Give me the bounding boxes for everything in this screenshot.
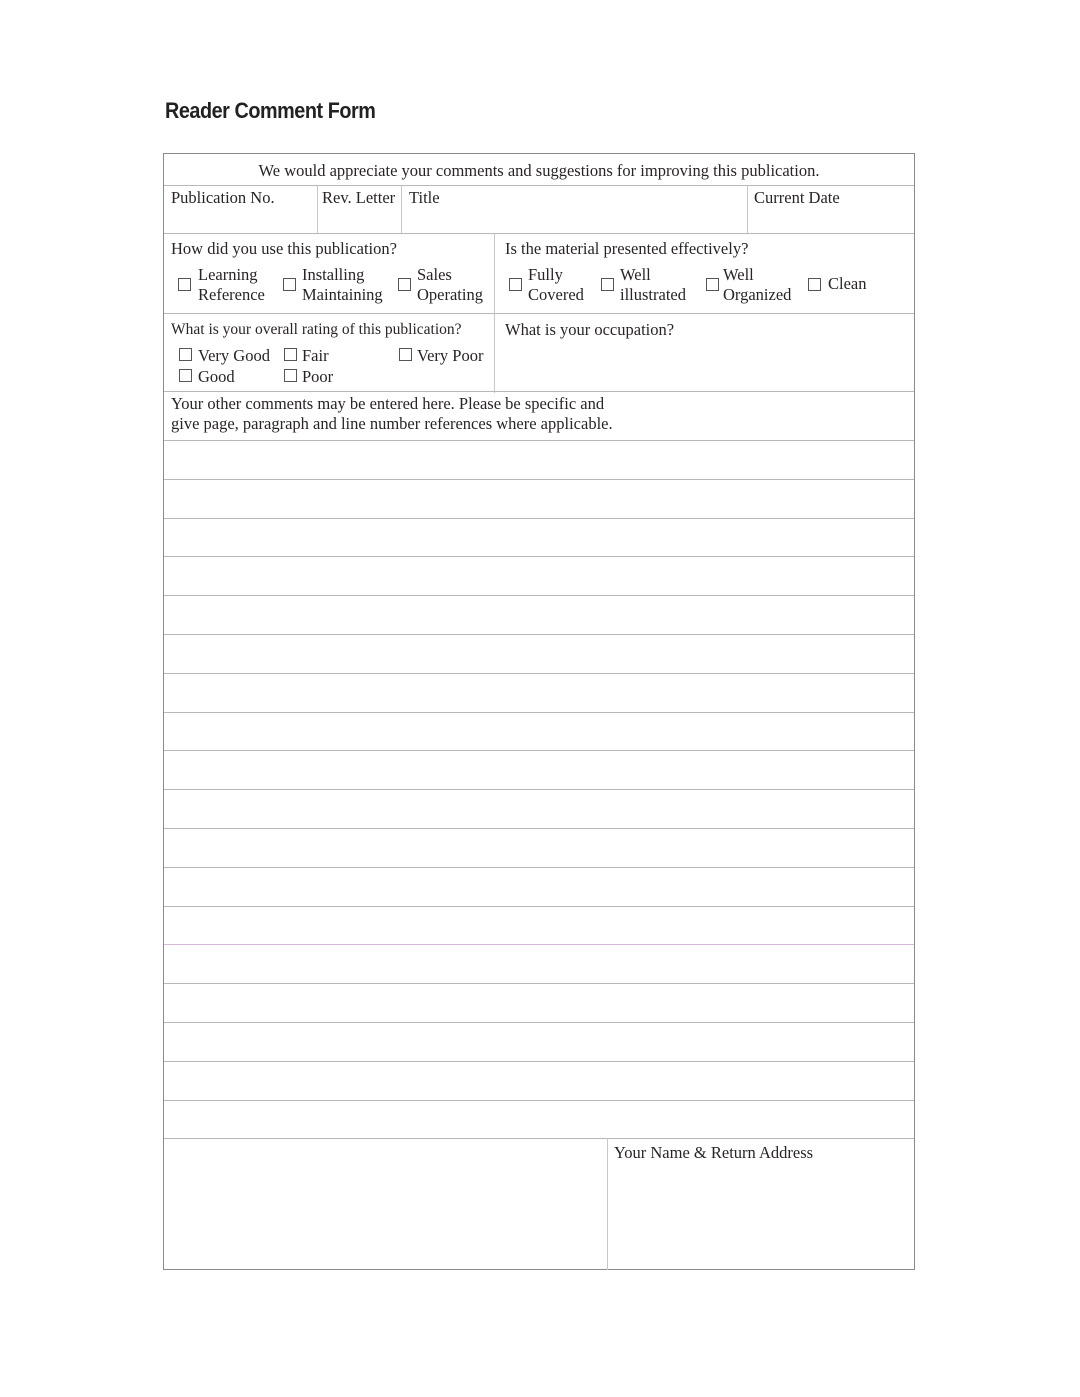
usage-learning-checkbox[interactable]: [178, 278, 191, 291]
rating-option-label: Fair: [302, 346, 329, 365]
rev-letter-label: Rev. Letter: [322, 188, 396, 207]
comment-rule: [164, 517, 914, 519]
effect-option-label: Well Organized: [723, 265, 792, 304]
rating-option-label: Very Good: [198, 346, 270, 365]
comment-rule: [164, 1060, 914, 1062]
usage-option-label: Installing Maintaining: [302, 265, 383, 304]
usage-option-label: Sales Operating: [417, 265, 483, 304]
effect-well-illustrated-checkbox[interactable]: [601, 278, 614, 291]
comment-rule: [164, 1099, 914, 1101]
usage-installing-checkbox[interactable]: [283, 278, 296, 291]
comment-rule: [164, 711, 914, 713]
divider: [164, 391, 914, 392]
return-address-label: Your Name & Return Address: [614, 1143, 814, 1162]
intro-text: We would appreciate your comments and su…: [258, 161, 820, 180]
title-label: Title: [409, 188, 440, 207]
comment-form: We would appreciate your comments and su…: [163, 153, 915, 1270]
effect-option-label: Fully Covered: [528, 265, 584, 304]
page: Reader Comment Form We would appreciate …: [0, 0, 1080, 1397]
usage-question: How did you use this publication?: [171, 239, 397, 258]
comment-rule: [164, 983, 914, 985]
publication-no-label: Publication No.: [171, 188, 275, 207]
comment-rule: [164, 634, 914, 635]
current-date-label: Current Date: [754, 188, 840, 207]
effectiveness-question: Is the material presented effectively?: [505, 239, 749, 258]
comment-rule: [164, 672, 914, 674]
divider: [164, 233, 914, 234]
effect-well-organized-checkbox[interactable]: [706, 278, 719, 291]
comment-rule: [164, 1138, 914, 1140]
occupation-question: What is your occupation?: [505, 320, 675, 339]
comment-rule: [164, 556, 914, 558]
comment-rule: [164, 828, 914, 829]
comments-instructions-2: give page, paragraph and line number ref…: [171, 414, 613, 433]
rating-option-label: Good: [198, 367, 235, 386]
comments-instructions-1: Your other comments may be entered here.…: [171, 394, 605, 413]
rating-very-good-checkbox[interactable]: [179, 348, 192, 361]
comment-rule: [164, 750, 914, 752]
effect-fully-covered-checkbox[interactable]: [509, 278, 522, 291]
divider: [164, 185, 914, 186]
usage-sales-checkbox[interactable]: [398, 278, 411, 291]
rating-very-poor-checkbox[interactable]: [399, 348, 412, 361]
comment-rule: [164, 866, 914, 868]
form-title: Reader Comment Form: [165, 98, 376, 123]
rating-good-checkbox[interactable]: [179, 369, 192, 382]
effect-option-label: Well illustrated: [620, 265, 686, 304]
comment-rule: [164, 440, 914, 441]
comment-rule: [164, 789, 914, 791]
usage-option-label: Learning Reference: [198, 265, 265, 304]
rating-option-label: Poor: [302, 367, 334, 386]
rating-fair-checkbox[interactable]: [284, 348, 297, 361]
divider: [164, 313, 914, 314]
comment-rule: [164, 944, 914, 946]
rating-question: What is your overall rating of this publ…: [171, 321, 462, 338]
comment-rule: [164, 905, 914, 907]
effect-clean-checkbox[interactable]: [808, 278, 821, 291]
rating-option-label: Very Poor: [417, 346, 484, 365]
effect-option-label: Clean: [828, 274, 867, 293]
comment-rule: [164, 1022, 914, 1023]
comment-rule: [164, 478, 914, 480]
rating-poor-checkbox[interactable]: [284, 369, 297, 382]
comment-rule: [164, 595, 914, 597]
